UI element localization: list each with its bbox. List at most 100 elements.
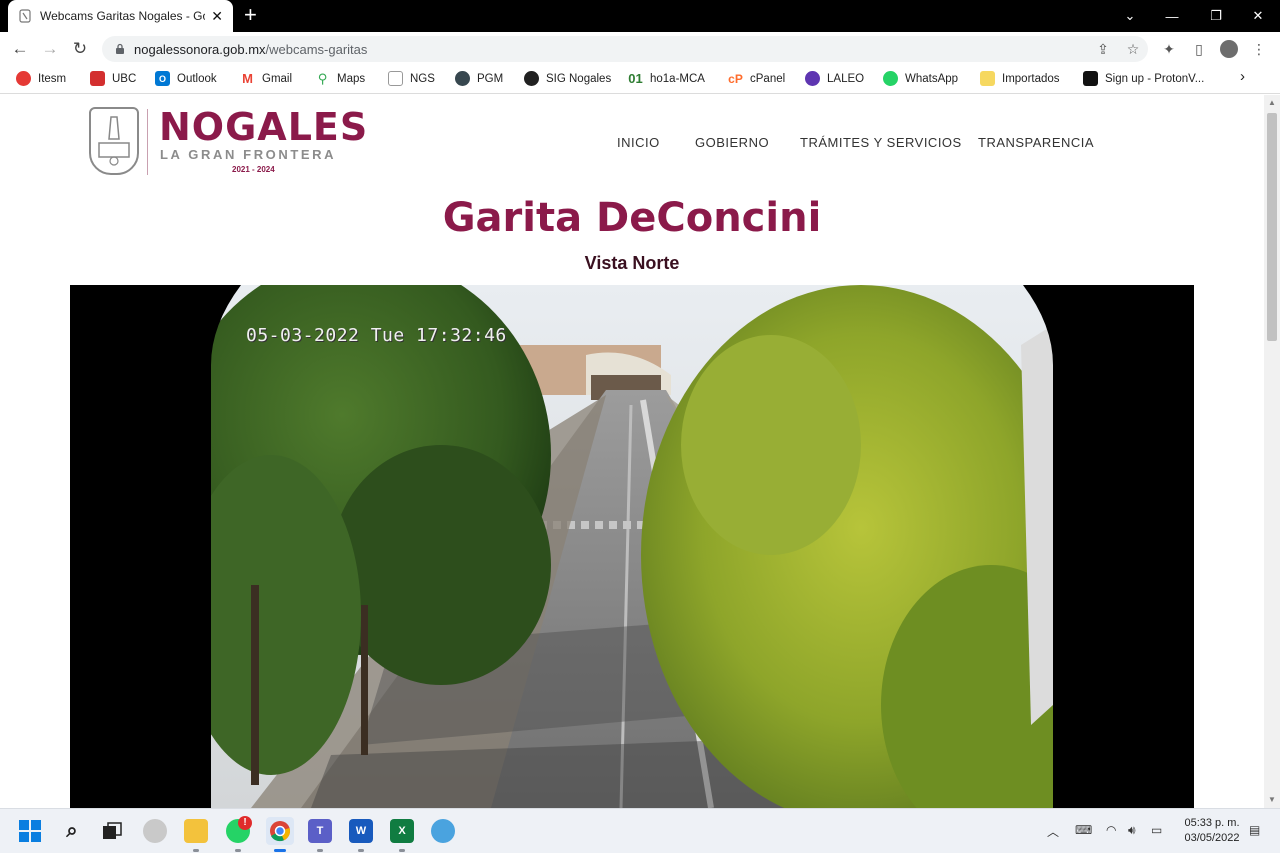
- webcam-feed[interactable]: 05-03-2022 Tue 17:32:46: [70, 285, 1194, 808]
- laleo-icon: [805, 71, 820, 86]
- active-indicator: [274, 849, 286, 852]
- bookmark-label: WhatsApp: [905, 72, 959, 85]
- windows-taskbar: ⌕ ! T W X ︿ ⌨ ◠ 🔊︎ ▭ 05:33 p. m. 03/05/2…: [0, 808, 1280, 853]
- bookmark-ubc[interactable]: UBC: [90, 71, 136, 86]
- web-page: NOGALES LA GRAN FRONTERA 2021 - 2024 INI…: [0, 95, 1264, 808]
- coat-of-arms-icon: [89, 107, 139, 175]
- tray-overflow-chevron-icon[interactable]: ︿: [1047, 823, 1059, 840]
- url-host: nogalessonora.gob.mx: [134, 41, 266, 57]
- sig-icon: [524, 71, 539, 86]
- bookmark-folder-importados[interactable]: Importados: [980, 71, 1060, 86]
- volume-icon[interactable]: 🔊︎: [1128, 823, 1136, 838]
- nav-gobierno[interactable]: GOBIERNO: [695, 135, 769, 150]
- globe-app-icon[interactable]: [431, 819, 455, 843]
- bookmark-sig-nogales[interactable]: SIG Nogales: [524, 71, 611, 86]
- webcam-image: [211, 285, 1053, 808]
- ho1a-icon: 01: [628, 71, 643, 86]
- page-subtitle: Vista Norte: [584, 253, 680, 273]
- word-icon[interactable]: W: [349, 819, 373, 843]
- bookmark-proton[interactable]: Sign up - ProtonV...: [1083, 71, 1204, 86]
- nav-tramites-servicios[interactable]: TRÁMITES Y SERVICIOS: [800, 135, 962, 150]
- page-scrollbar[interactable]: ▲ ▼: [1264, 95, 1280, 808]
- task-view-icon[interactable]: [100, 819, 124, 843]
- bookmark-label: Maps: [337, 72, 366, 85]
- forward-arrow-icon[interactable]: →: [39, 38, 61, 60]
- bookmark-ho1a-mca[interactable]: 01 ho1a-MCA: [628, 71, 705, 86]
- back-arrow-icon[interactable]: ←: [9, 38, 31, 60]
- file-explorer-icon[interactable]: [184, 819, 208, 843]
- running-indicator: [358, 849, 364, 852]
- chrome-taskbar-icon[interactable]: [266, 817, 294, 845]
- restore-button[interactable]: ❐: [1194, 0, 1238, 32]
- keyboard-icon[interactable]: ⌨: [1075, 823, 1092, 837]
- nav-inicio[interactable]: INICIO: [617, 135, 660, 150]
- edge-browser-icon[interactable]: [143, 819, 167, 843]
- running-indicator: [235, 849, 241, 852]
- logo-years: 2021 - 2024: [232, 165, 275, 174]
- new-tab-button[interactable]: +: [244, 4, 257, 26]
- bookmark-label: Itesm: [38, 72, 67, 85]
- close-window-button[interactable]: ✕: [1236, 0, 1280, 32]
- excel-icon[interactable]: X: [390, 819, 414, 843]
- bookmark-label: NGS: [410, 72, 435, 85]
- nav-transparencia[interactable]: TRANSPARENCIA: [978, 135, 1094, 150]
- tab-search-chevron-icon[interactable]: ⌄: [1108, 0, 1152, 32]
- address-bar[interactable]: nogalessonora.gob.mx/webcams-garitas: [102, 36, 1148, 62]
- bookmark-label: LALEO: [827, 72, 865, 85]
- side-panel-icon[interactable]: ▯: [1190, 40, 1208, 58]
- reload-icon[interactable]: ↻: [69, 38, 91, 60]
- bookmark-label: Gmail: [262, 72, 293, 85]
- clock-date: 03/05/2022: [1184, 832, 1240, 844]
- logo-name: NOGALES: [159, 105, 369, 149]
- bookmark-whatsapp[interactable]: WhatsApp: [883, 71, 958, 86]
- bookmark-label: Importados: [1002, 72, 1060, 85]
- ngs-icon: [388, 71, 403, 86]
- ubc-icon: [90, 71, 105, 86]
- page-title: Garita DeConcini: [442, 195, 822, 241]
- whatsapp-icon: [883, 71, 898, 86]
- bookmark-star-icon[interactable]: ☆: [1124, 40, 1142, 58]
- bookmark-label: ho1a-MCA: [650, 72, 705, 85]
- bookmark-label: Sign up - ProtonV...: [1105, 72, 1205, 85]
- windows-start-icon[interactable]: [18, 819, 42, 843]
- bookmark-gmail[interactable]: M Gmail: [240, 71, 292, 86]
- tab-title: Webcams Garitas Nogales - Gobi: [40, 9, 206, 23]
- cpanel-icon: cP: [728, 71, 743, 86]
- outlook-icon: O: [155, 71, 170, 86]
- scroll-up-arrow-icon[interactable]: ▲: [1268, 98, 1276, 107]
- lock-icon: [116, 43, 124, 54]
- bookmark-pgm[interactable]: PGM: [455, 71, 503, 86]
- logo-tagline: LA GRAN FRONTERA: [160, 147, 337, 162]
- bookmark-itesm[interactable]: Itesm: [16, 71, 66, 86]
- bookmark-maps[interactable]: ⚲ Maps: [315, 71, 365, 86]
- site-logo[interactable]: NOGALES LA GRAN FRONTERA 2021 - 2024: [89, 105, 379, 179]
- bookmark-ngs[interactable]: NGS: [388, 71, 435, 86]
- folder-icon: [980, 71, 995, 86]
- extensions-puzzle-icon[interactable]: ✦: [1160, 40, 1178, 58]
- teams-icon[interactable]: T: [308, 819, 332, 843]
- search-icon[interactable]: ⌕: [60, 819, 84, 843]
- battery-icon[interactable]: ▭: [1151, 823, 1162, 837]
- bookmark-laleo[interactable]: LALEO: [805, 71, 864, 86]
- running-indicator: [399, 849, 405, 852]
- minimize-button[interactable]: —: [1150, 0, 1194, 32]
- bookmark-label: cPanel: [750, 72, 786, 85]
- bookmarks-overflow-chevron-icon[interactable]: ›: [1240, 68, 1245, 85]
- scroll-down-arrow-icon[interactable]: ▼: [1268, 795, 1276, 804]
- wifi-icon[interactable]: ◠: [1106, 823, 1116, 837]
- share-icon[interactable]: ⇪: [1094, 40, 1112, 58]
- taskbar-clock[interactable]: 05:33 p. m. 03/05/2022: [1178, 816, 1246, 846]
- notifications-icon[interactable]: ▤: [1249, 823, 1260, 837]
- logo-divider: [147, 109, 148, 175]
- profile-avatar[interactable]: [1220, 40, 1238, 58]
- bookmark-outlook[interactable]: O Outlook: [155, 71, 217, 86]
- running-indicator: [317, 849, 323, 852]
- bookmark-label: PGM: [477, 72, 504, 85]
- bookmarks-bar: Itesm UBC O Outlook M Gmail ⚲ Maps NGS PGM …: [0, 64, 1280, 94]
- menu-kebab-icon[interactable]: ⋮: [1250, 40, 1268, 58]
- bookmark-cpanel[interactable]: cP cPanel: [728, 71, 785, 86]
- scrollbar-thumb[interactable]: [1267, 113, 1277, 341]
- browser-tab[interactable]: Webcams Garitas Nogales - Gobi ✕: [8, 0, 233, 32]
- tab-close-icon[interactable]: ✕: [211, 8, 223, 25]
- url-path: /webcams-garitas: [265, 41, 368, 57]
